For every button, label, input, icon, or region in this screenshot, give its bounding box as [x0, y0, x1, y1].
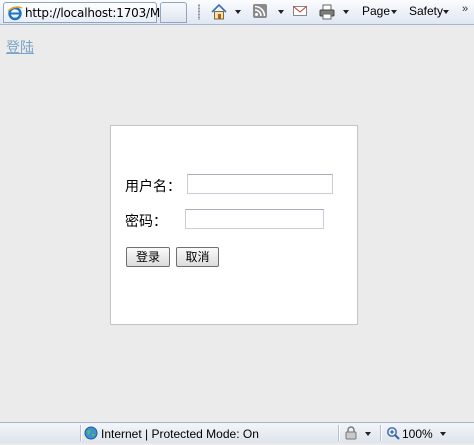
browser-toolbar: http://localhost:1703/M... Page Safety »	[0, 0, 474, 25]
printer-icon	[319, 4, 335, 20]
home-icon	[211, 3, 227, 20]
feeds-dropdown-arrow[interactable]	[278, 10, 284, 14]
tab-title: http://localhost:1703/M...	[25, 6, 171, 20]
login-link[interactable]: 登陆	[6, 37, 34, 57]
mail-button[interactable]	[292, 3, 308, 21]
zoom-level[interactable]: 100%	[402, 427, 433, 441]
ie-page-icon	[7, 5, 23, 21]
protected-mode-icon[interactable]	[344, 426, 358, 445]
protected-mode-dropdown-arrow[interactable]	[365, 432, 371, 436]
zoom-dropdown-arrow[interactable]	[440, 432, 446, 436]
globe-icon	[84, 426, 98, 445]
page-dropdown-arrow[interactable]	[391, 10, 397, 14]
browser-tab[interactable]: http://localhost:1703/M...	[3, 2, 171, 23]
more-chevron-icon[interactable]: »	[462, 3, 468, 15]
toolbar-grip[interactable]	[198, 4, 200, 20]
password-label: 密码：	[125, 214, 167, 230]
home-button[interactable]	[210, 3, 228, 21]
login-panel: 用户名： 密码： 登录 取消	[110, 125, 358, 325]
status-divider	[80, 425, 81, 441]
status-bar: Internet | Protected Mode: On 100%	[0, 422, 474, 443]
login-button[interactable]: 登录	[126, 247, 170, 267]
mail-icon	[293, 6, 307, 16]
safety-menu[interactable]: Safety	[409, 4, 443, 18]
username-label: 用户名：	[125, 179, 181, 195]
feeds-button[interactable]	[252, 3, 268, 21]
zoom-icon[interactable]	[386, 426, 400, 445]
home-dropdown-arrow[interactable]	[235, 10, 241, 14]
page-menu[interactable]: Page	[362, 4, 390, 18]
status-divider	[380, 425, 381, 441]
print-button[interactable]	[318, 3, 336, 21]
security-zone-text: Internet | Protected Mode: On	[101, 427, 259, 441]
safety-dropdown-arrow[interactable]	[443, 10, 449, 14]
username-input[interactable]	[187, 174, 333, 194]
rss-icon	[253, 4, 267, 18]
cancel-button[interactable]: 取消	[176, 247, 219, 267]
status-divider	[338, 425, 339, 441]
print-dropdown-arrow[interactable]	[343, 10, 349, 14]
new-tab-button[interactable]	[160, 2, 187, 23]
password-input[interactable]	[185, 209, 324, 229]
